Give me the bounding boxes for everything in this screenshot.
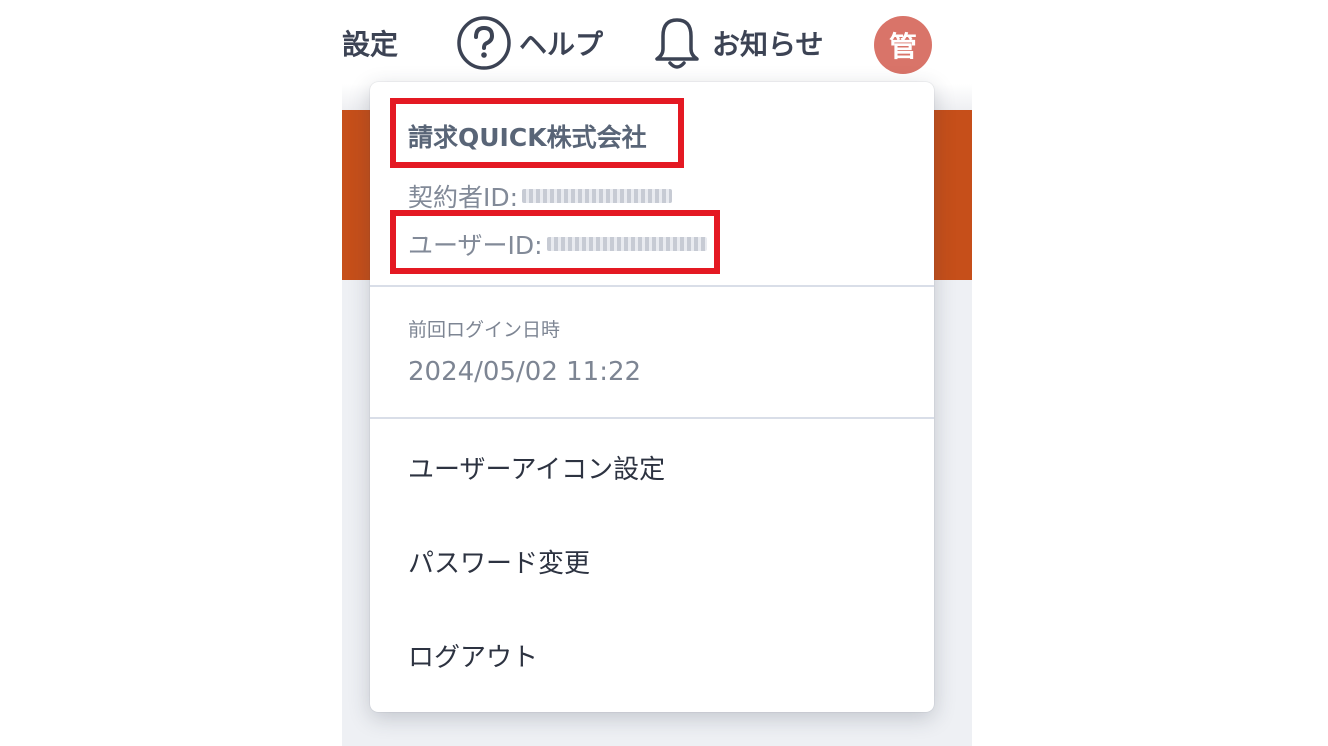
last-login-value: 2024/05/02 11:22	[408, 357, 642, 387]
nav-settings[interactable]: 設定	[342, 18, 398, 68]
menu-item-change-password[interactable]: パスワード変更	[370, 514, 934, 608]
bell-icon	[652, 15, 712, 71]
help-icon	[455, 15, 519, 71]
last-login-label: 前回ログイン日時	[408, 319, 561, 341]
user-id-highlight-box	[390, 210, 720, 274]
contract-id-masked-value	[522, 189, 673, 203]
menu-item-logout[interactable]: ログアウト	[370, 608, 934, 702]
menu-item-label: パスワード変更	[408, 548, 591, 579]
nav-help[interactable]: ヘルプ	[455, 15, 604, 71]
nav-help-label: ヘルプ	[519, 28, 604, 61]
avatar-initial: 管	[888, 30, 917, 63]
nav-notifications-label: お知らせ	[712, 28, 824, 61]
menu-item-label: ユーザーアイコン設定	[408, 454, 666, 485]
company-name-highlight-box	[390, 98, 684, 168]
account-info-section: 請求QUICK株式会社 契約者ID: ユーザーID:	[370, 82, 934, 287]
contract-id: 契約者ID:	[408, 178, 673, 214]
user-menu-dropdown: 請求QUICK株式会社 契約者ID: ユーザーID: 前回ログイン日時 2024…	[370, 82, 934, 712]
last-login-section: 前回ログイン日時 2024/05/02 11:22	[370, 287, 934, 419]
contract-id-label: 契約者ID:	[408, 183, 519, 212]
nav-settings-label: 設定	[342, 28, 399, 61]
menu-item-user-icon-settings[interactable]: ユーザーアイコン設定	[370, 420, 934, 514]
nav-notifications[interactable]: お知らせ	[652, 15, 824, 71]
user-avatar[interactable]: 管	[874, 16, 932, 74]
menu-item-label: ログアウト	[408, 642, 539, 673]
